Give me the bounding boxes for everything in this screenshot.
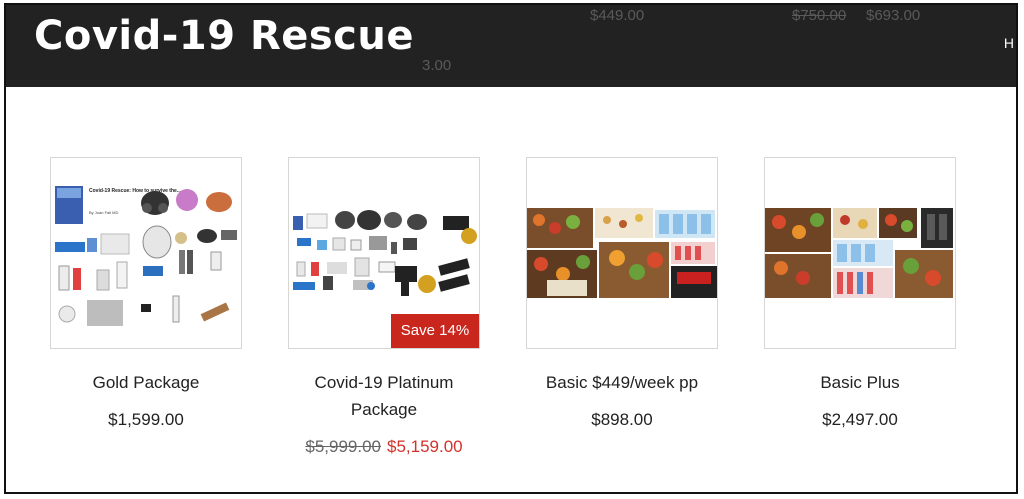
food-supply-image — [527, 208, 717, 298]
product-price: $2,497.00 — [822, 410, 898, 429]
ghost-price-old: $750.00 — [792, 7, 847, 24]
book-cover-author: By Joan Fall MD — [89, 210, 118, 215]
price-original: $5,999.00 — [305, 437, 381, 456]
product-price: $898.00 — [591, 410, 653, 429]
product-image-basic-plus[interactable] — [764, 157, 956, 349]
product-title[interactable]: Basic Plus — [764, 369, 956, 396]
product-image-platinum[interactable]: Save 14% — [288, 157, 480, 349]
book-cover-title: Covid-19 Rescue: How to survive the... — [89, 188, 182, 194]
product-title[interactable]: Basic $449/week pp — [526, 369, 718, 396]
product-card-basic[interactable]: Basic $449/week pp $898.00 — [526, 157, 718, 430]
product-title[interactable]: Covid-19 Platinum Package — [288, 369, 480, 423]
product-price: $5,999.00 $5,159.00 — [288, 437, 480, 457]
nav-item-fragment[interactable]: H — [1004, 35, 1014, 51]
product-image-gold[interactable]: Covid-19 Rescue: How to survive the... B… — [50, 157, 242, 349]
food-supply-plus-image — [765, 208, 953, 298]
ghost-price-fragment: 3.00 — [422, 57, 452, 74]
ghost-price-new: $693.00 — [866, 7, 921, 24]
product-title[interactable]: Gold Package — [50, 369, 242, 396]
product-price: $1,599.00 — [108, 410, 184, 429]
product-card-basic-plus[interactable]: Basic Plus $2,497.00 — [764, 157, 956, 430]
product-image-basic[interactable] — [526, 157, 718, 349]
ghost-price: $449.00 — [590, 7, 645, 24]
site-header: $449.00 $750.00 $693.00 3.00 Covid-19 Re… — [6, 5, 1016, 87]
survival-kit-image: Covid-19 Rescue: How to survive the... B… — [55, 186, 237, 326]
site-title[interactable]: Covid-19 Rescue — [34, 13, 414, 59]
sale-badge: Save 14% — [391, 314, 479, 348]
product-card-gold[interactable]: Covid-19 Rescue: How to survive the... B… — [50, 157, 242, 430]
product-card-platinum[interactable]: Save 14% Covid-19 Platinum Package $5,99… — [288, 157, 480, 457]
page-frame: $449.00 $750.00 $693.00 3.00 Covid-19 Re… — [4, 3, 1018, 494]
price-sale: $5,159.00 — [387, 437, 463, 456]
